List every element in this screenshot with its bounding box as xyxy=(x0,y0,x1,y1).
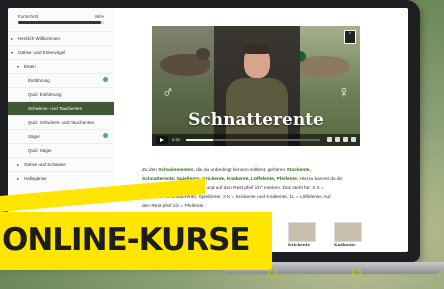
ring-decoration xyxy=(352,268,361,277)
female-symbol-icon: ♀ xyxy=(338,84,350,101)
thumbnail-label: Krickente xyxy=(288,242,311,247)
sidebar-item-label: Säger xyxy=(28,134,41,139)
sidebar-item[interactable]: Quiz: Einführung xyxy=(8,87,114,101)
video-time: 0:33 xyxy=(172,137,180,142)
sidebar-item[interactable]: ▸ Herzlich Willkommen xyxy=(8,31,114,45)
progress-value: 96% xyxy=(94,14,104,19)
sidebar-item-label: Hallogänse xyxy=(24,176,47,181)
sidebar-item-label: Quiz: Einführung xyxy=(28,92,62,97)
sidebar-item[interactable]: Quiz: Säger xyxy=(8,143,114,157)
chevron-right-icon: ▸ xyxy=(17,176,20,181)
video-progress-bar[interactable] xyxy=(186,139,320,141)
sidebar-item[interactable]: ▾ Enten xyxy=(8,59,114,73)
sidebar-item[interactable]: Schwimm- und Tauchenten xyxy=(8,101,114,115)
sidebar-item-label: Quiz: Schwimm- und Tauchenten xyxy=(28,120,94,125)
duck-thumbnail[interactable] xyxy=(288,222,316,242)
ring-decoration xyxy=(268,268,277,277)
completed-check-icon xyxy=(103,77,108,82)
video-player[interactable]: ♂ ♀ Schnatterente ≡ 0:33 xyxy=(152,26,360,146)
sidebar-item[interactable]: Quiz: Schwimm- und Tauchenten xyxy=(8,115,114,129)
male-symbol-icon: ♂ xyxy=(162,84,174,101)
play-button[interactable] xyxy=(156,136,168,144)
chevron-down-icon: ▾ xyxy=(11,50,14,55)
sidebar-item[interactable]: Einführung xyxy=(8,73,114,87)
progress-section: Fortschritt 96% xyxy=(8,8,114,27)
sidebar-item-label: Gänse und Schwäne xyxy=(24,162,66,167)
sidebar-item[interactable]: ▸ Hallogänse xyxy=(8,171,114,185)
fullscreen-icon[interactable] xyxy=(351,137,356,142)
duck-thumbnail[interactable] xyxy=(334,222,362,242)
sidebar-item-label: Schwimm- und Tauchenten xyxy=(28,106,83,111)
sidebar-item-label: Herzlich Willkommen xyxy=(18,36,61,41)
pip-icon[interactable] xyxy=(343,137,348,142)
sidebar-item-label: Einführung xyxy=(28,78,50,83)
promo-banner: ONLINE-KURSE xyxy=(0,212,272,270)
sidebar-item-label: Enten xyxy=(24,64,36,69)
progress-fill xyxy=(18,21,101,24)
sidebar-item[interactable]: Säger xyxy=(8,129,114,143)
volume-icon[interactable] xyxy=(327,137,332,142)
settings-icon[interactable] xyxy=(335,137,340,142)
chevron-right-icon: ▸ xyxy=(11,36,14,41)
chevron-down-icon: ▾ xyxy=(17,64,20,69)
completed-check-icon xyxy=(103,133,108,138)
presenter-hair xyxy=(244,44,270,54)
sidebar-item[interactable]: ▾ Gänse- und Entenvögel xyxy=(8,45,114,59)
sidebar-item-label: Quiz: Säger xyxy=(28,148,52,153)
video-controls: 0:33 xyxy=(152,134,360,146)
chevron-right-icon: ▸ xyxy=(17,162,20,167)
video-progress-fill xyxy=(186,139,213,141)
link-schwimmenten[interactable]: Schwimmenten xyxy=(158,168,193,173)
course-nav: ▸ Herzlich Willkommen ▾ Gänse- und Entenvög… xyxy=(8,31,114,185)
sidebar-item[interactable]: ▸ Gänse und Schwäne xyxy=(8,157,114,171)
progress-label: Fortschritt xyxy=(18,14,39,19)
sidebar-item-label: Gänse- und Entenvögel xyxy=(18,50,66,55)
channel-badge-icon: ≡ xyxy=(344,30,356,44)
banner-text: ONLINE-KURSE xyxy=(2,222,251,258)
thumbnail-label: Knäkente xyxy=(334,242,356,247)
video-title: Schnatterente xyxy=(188,110,324,130)
progress-bar xyxy=(18,21,104,24)
